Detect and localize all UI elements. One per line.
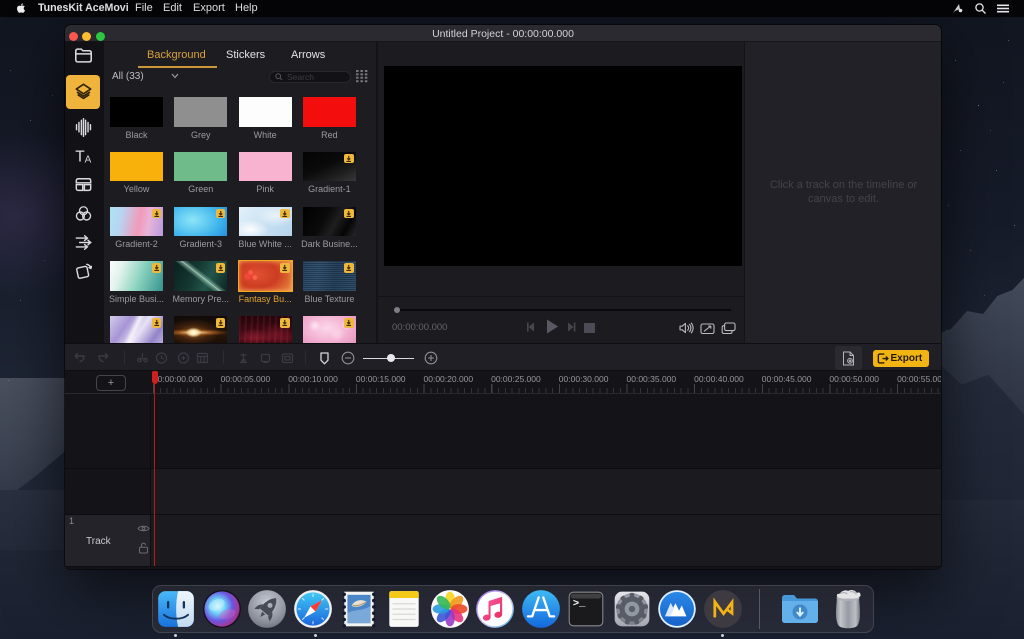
- svg-text:>_: >_: [573, 598, 586, 610]
- svg-text:A: A: [84, 154, 91, 165]
